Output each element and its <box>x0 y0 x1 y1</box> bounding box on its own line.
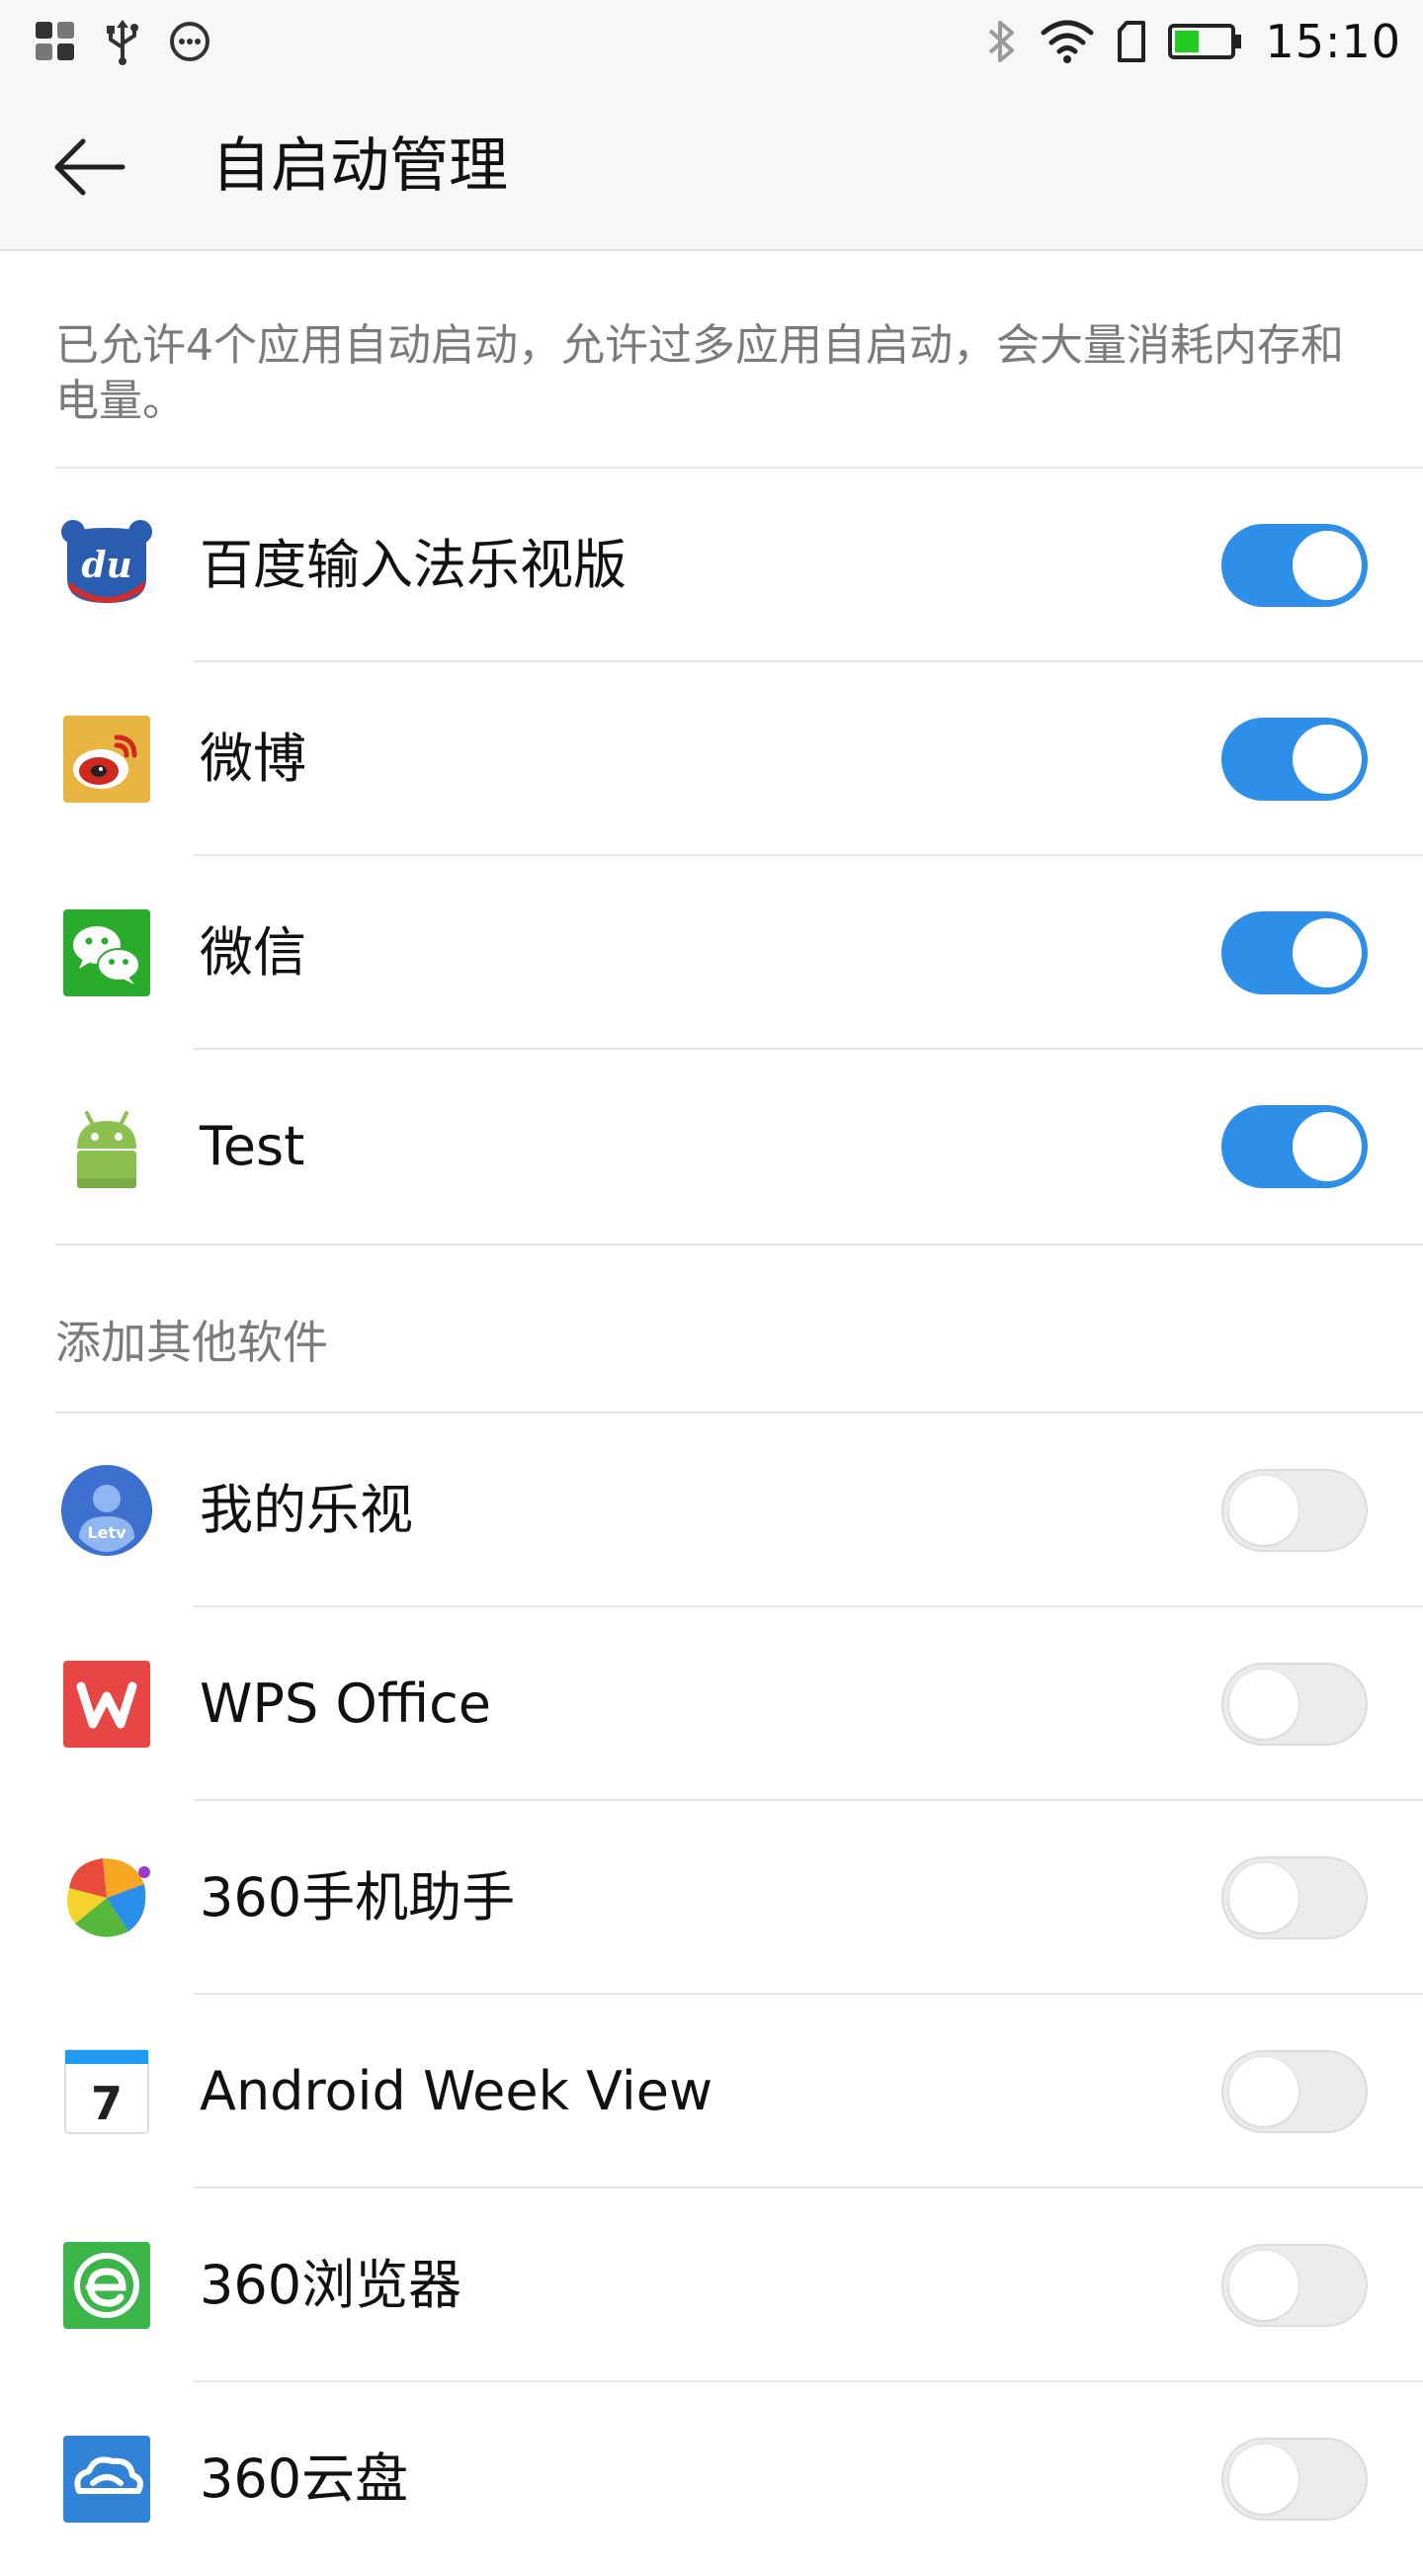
status-left-icons <box>34 20 211 65</box>
auto-start-toggle[interactable] <box>1221 2050 1368 2133</box>
toggle-knob <box>1229 2057 1298 2126</box>
status-time: 15:10 <box>1265 15 1401 68</box>
list-item-app[interactable]: 7 Android Week View <box>0 1995 1423 2189</box>
360-cloud-icon <box>63 2436 150 2523</box>
list-item-app[interactable]: 微信 <box>0 856 1423 1050</box>
auto-start-toggle[interactable] <box>1221 1105 1368 1188</box>
list-item-app[interactable]: Test <box>0 1050 1423 1244</box>
usb-icon <box>107 20 138 65</box>
toggle-knob <box>1229 2445 1298 2514</box>
app-bar: 自启动管理 <box>0 83 1423 251</box>
auto-start-toggle[interactable] <box>1221 911 1368 994</box>
360-browser-icon <box>63 2242 150 2329</box>
grid-apps-icon <box>36 22 74 60</box>
calendar-icon: 7 <box>64 2049 149 2134</box>
android-icon <box>77 1111 136 1188</box>
app-name: 360手机助手 <box>200 1866 516 1929</box>
auto-start-toggle[interactable] <box>1221 2438 1368 2521</box>
page-title: 自启动管理 <box>211 131 508 201</box>
back-arrow-icon <box>54 138 126 196</box>
letv-icon: Letv <box>61 1465 152 1556</box>
app-name: WPS Office <box>200 1673 492 1735</box>
auto-start-toggle[interactable] <box>1221 1469 1368 1552</box>
app-name: Test <box>200 1115 305 1177</box>
back-button[interactable] <box>40 123 138 212</box>
toggle-knob <box>1293 918 1362 987</box>
status-right-icons: 15:10 <box>984 14 1401 69</box>
toggle-knob <box>1293 725 1362 794</box>
app-name: 微信 <box>200 921 306 984</box>
auto-start-description: 已允许4个应用自动启动，允许过多应用自启动，会大量消耗内存和电量。 <box>55 320 1344 426</box>
svg-text:du: du <box>81 545 131 586</box>
app-name: Android Week View <box>200 2060 713 2122</box>
toggle-knob <box>1229 1476 1298 1545</box>
toggle-knob <box>1229 2251 1298 2320</box>
status-bar: 15:10 <box>0 0 1423 83</box>
toggle-knob <box>1229 1863 1298 1932</box>
toggle-knob <box>1229 1670 1298 1739</box>
360-assistant-icon <box>67 1858 150 1937</box>
auto-start-toggle[interactable] <box>1221 1856 1368 1939</box>
list-item-app[interactable]: Letv 我的乐视 <box>0 1414 1423 1607</box>
svg-text:7: 7 <box>91 2077 123 2130</box>
auto-start-toggle[interactable] <box>1221 524 1368 607</box>
list-item-app[interactable]: 360手机助手 <box>0 1801 1423 1995</box>
auto-start-toggle[interactable] <box>1221 718 1368 801</box>
list-item-app[interactable]: 微博 <box>0 662 1423 856</box>
wifi-icon <box>1041 20 1094 63</box>
toggle-knob <box>1293 531 1362 600</box>
app-name: 百度输入法乐视版 <box>200 534 627 596</box>
auto-start-toggle[interactable] <box>1221 1663 1368 1746</box>
bluetooth-icon <box>989 21 1015 62</box>
list-item-app[interactable]: du 百度输入法乐视版 <box>0 469 1423 662</box>
app-name: 360浏览器 <box>200 2254 462 2316</box>
app-name: 微博 <box>200 728 306 790</box>
list-item-app[interactable]: WPS Office <box>0 1607 1423 1801</box>
list-item-app[interactable]: 360浏览器 <box>0 2189 1423 2382</box>
sim-card-icon <box>1118 21 1146 62</box>
toggle-knob <box>1293 1112 1362 1181</box>
weibo-icon <box>63 716 150 803</box>
app-name: 我的乐视 <box>200 1479 413 1541</box>
svg-text:Letv: Letv <box>87 1523 126 1542</box>
section-header-other-apps: 添加其他软件 <box>55 1316 328 1369</box>
baidu-input-icon: du <box>61 520 152 603</box>
app-name: 360云盘 <box>200 2447 409 2510</box>
message-dots-icon <box>170 22 209 61</box>
auto-start-toggle[interactable] <box>1221 2244 1368 2327</box>
divider <box>55 1244 1423 1245</box>
list-item-app[interactable]: 360云盘 <box>0 2382 1423 2576</box>
wechat-icon <box>63 909 150 996</box>
battery-icon <box>1168 24 1242 59</box>
wps-icon <box>63 1661 150 1748</box>
